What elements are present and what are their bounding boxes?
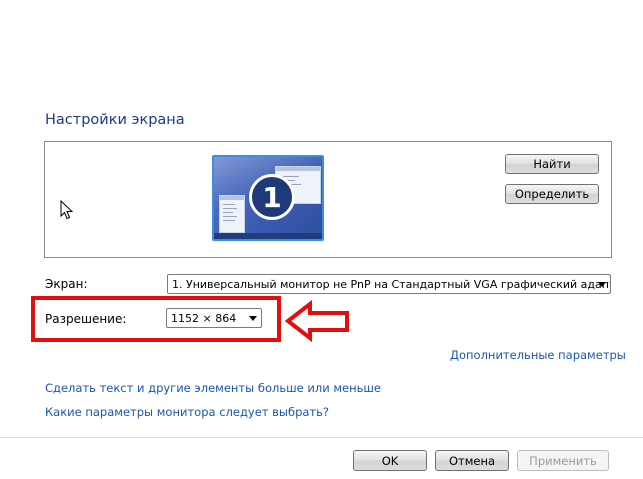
footer-divider — [0, 437, 643, 438]
identify-button[interactable]: Определить — [505, 184, 599, 204]
monitor-number-badge: 1 — [249, 174, 295, 220]
monitor-icon[interactable]: 1 — [212, 155, 324, 241]
mouse-cursor-icon — [60, 200, 74, 220]
text-size-link[interactable]: Сделать текст и другие элементы больше и… — [45, 381, 381, 395]
advanced-settings-link[interactable]: Дополнительные параметры — [450, 348, 626, 362]
screen-label: Экран: — [45, 277, 88, 291]
which-settings-link[interactable]: Какие параметры монитора следует выбрать… — [45, 405, 329, 419]
window-thumbnail-icon — [219, 195, 245, 233]
ok-button[interactable]: OK — [353, 450, 427, 471]
page-title: Настройки экрана — [45, 112, 185, 128]
apply-button[interactable]: Применить — [517, 450, 609, 471]
annotation-highlight-box — [31, 296, 281, 342]
find-button[interactable]: Найти — [505, 154, 599, 174]
monitor-taskbar — [214, 233, 322, 239]
screen-selected-value: 1. Универсальный монитор не PnP на Станд… — [172, 277, 611, 291]
monitor-preview-area: Найти Определить — [44, 141, 612, 258]
screen-select[interactable]: 1. Универсальный монитор не PnP на Станд… — [167, 274, 611, 294]
annotation-arrow-icon — [284, 300, 349, 343]
cancel-button[interactable]: Отмена — [435, 450, 509, 471]
chevron-down-icon — [598, 282, 606, 287]
